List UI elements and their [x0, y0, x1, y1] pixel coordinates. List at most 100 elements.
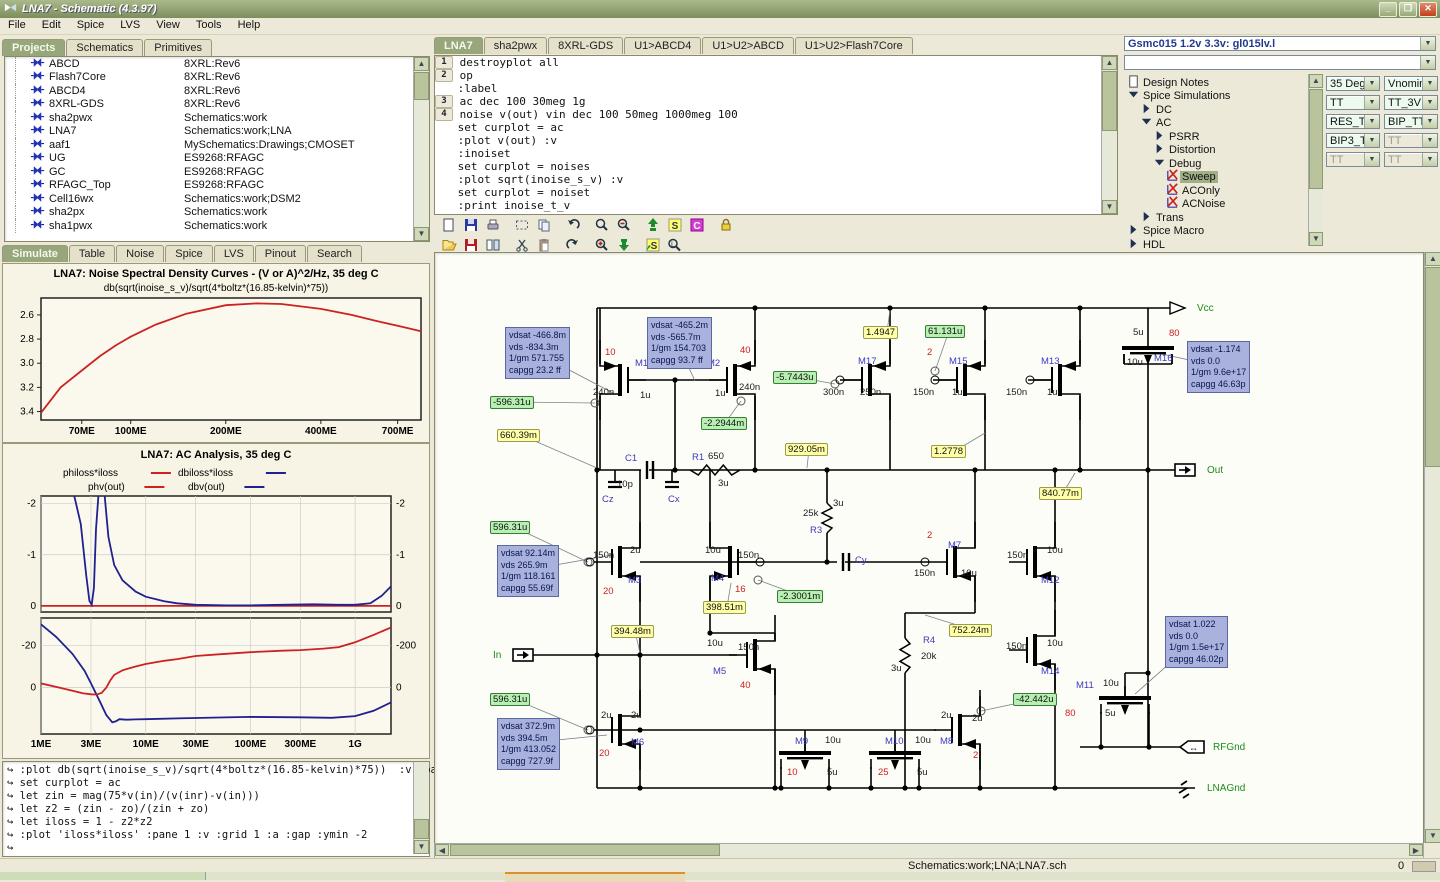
project-row[interactable]: ABCD48XRL:Rev6 [15, 84, 412, 98]
project-row[interactable]: ABCD8XRL:Rev6 [15, 57, 412, 71]
schematic-canvas[interactable]: VccOut↔RFGndLNAGndIn M1M2M17M15M13M16M3M… [434, 252, 1424, 844]
c-badge-button[interactable]: C [686, 215, 707, 234]
voltage-callout[interactable]: 398.51m [703, 601, 746, 614]
menu-help[interactable]: Help [230, 18, 269, 34]
schematic-vscrollbar[interactable]: ▲ ▼ [1424, 252, 1440, 843]
command-history[interactable]: ↪ :plot db(sqrt(inoise_s_v)/sqrt(4*boltz… [3, 762, 429, 857]
corner-combo-bip3-tt[interactable]: BIP3_TT▼ [1326, 133, 1380, 148]
process-corner-combo[interactable]: Gsmc015 1.2v 3.3v: gl015lv.l ▼ [1124, 36, 1436, 51]
project-row[interactable]: UGES9268:RFAGC [15, 152, 412, 166]
chevron-down-icon[interactable]: ▼ [1364, 96, 1379, 109]
sim-tree-item-spice-macro[interactable]: Spice Macro [1124, 225, 1306, 239]
project-row[interactable]: sha1pwxSchematics:work [15, 219, 412, 233]
voltage-callout[interactable]: 840.77m [1039, 487, 1082, 500]
command-history-panel[interactable]: ↪ :plot db(sqrt(inoise_s_v)/sqrt(4*boltz… [2, 761, 430, 857]
close-button[interactable]: ✕ [1419, 2, 1437, 17]
undo-button[interactable] [562, 215, 583, 234]
select-rect-button[interactable] [511, 215, 532, 234]
tab-lvs[interactable]: LVS [214, 245, 254, 262]
voltage-callout[interactable]: 660.39m [497, 429, 540, 442]
push-up-button[interactable] [642, 215, 663, 234]
editor-line[interactable]: set curplot = noiset [435, 186, 1100, 199]
schematic-hscrollbar[interactable]: ◀ ▶ [434, 843, 1424, 859]
chevron-down-icon[interactable]: ▼ [1364, 153, 1379, 166]
zoom-fit-button[interactable] [591, 215, 612, 234]
tab-spice[interactable]: Spice [165, 245, 213, 262]
restore-button[interactable]: ❐ [1399, 2, 1417, 17]
tab-projects[interactable]: Projects [2, 39, 65, 56]
zoom-out-button[interactable] [613, 215, 634, 234]
editor-line[interactable]: 1 destroyplot all [435, 56, 1100, 69]
editor-line[interactable]: :label [435, 82, 1100, 95]
chevron-down-icon[interactable]: ▼ [1422, 115, 1437, 128]
corner-combo-tt-3v[interactable]: TT_3V▼ [1384, 95, 1438, 110]
operating-point-box[interactable]: vdsat 372.9mvds 394.5m1/gm 413.052capgg … [497, 718, 560, 770]
chevron-down-icon[interactable]: ▼ [1422, 77, 1437, 90]
current-callout[interactable]: -596.31u [490, 396, 534, 409]
sim-tree-item-aconly[interactable]: ACOnly [1124, 184, 1306, 198]
project-row[interactable]: RFAGC_TopES9268:RFAGC [15, 179, 412, 193]
tab-table[interactable]: Table [69, 245, 115, 262]
tab-pinout[interactable]: Pinout [255, 245, 306, 262]
operating-point-box[interactable]: vdsat 1.022vds 0.01/gm 1.5e+17capgg 46.0… [1165, 616, 1228, 668]
menu-spice[interactable]: Spice [69, 18, 113, 34]
project-row[interactable]: LNA7Schematics:work;LNA [15, 125, 412, 139]
menu-tools[interactable]: Tools [188, 18, 230, 34]
print-button[interactable] [482, 215, 503, 234]
chevron-down-icon[interactable]: ▼ [1364, 134, 1379, 147]
tab-noise[interactable]: Noise [116, 245, 164, 262]
minimize-button[interactable]: _ [1379, 2, 1397, 17]
current-callout[interactable]: -5.7443u [773, 371, 817, 384]
copy-button[interactable] [533, 215, 554, 234]
project-row[interactable]: aaf1MySchematics:Drawings;CMOSET [15, 138, 412, 152]
corner-combo-35-degc[interactable]: 35 DegC▼ [1326, 76, 1380, 91]
tab-primitives[interactable]: Primitives [144, 39, 212, 56]
operating-point-box[interactable]: vdsat -1.174vds 0.01/gm 9.6e+17capgg 46.… [1187, 341, 1250, 393]
corner-combo-tt[interactable]: TT▼ [1326, 95, 1380, 110]
voltage-callout[interactable]: 1.2778 [931, 445, 966, 458]
lock-button[interactable] [715, 215, 736, 234]
project-row[interactable]: sha2pwxSchematics:work [15, 111, 412, 125]
project-row[interactable]: sha2pxSchematics:work [15, 206, 412, 220]
voltage-callout[interactable]: 394.48m [611, 625, 654, 638]
spice-badge-button[interactable]: S [664, 215, 685, 234]
operating-point-box[interactable]: vdsat 92.14mvds 265.9m1/gm 118.161capgg … [497, 545, 559, 597]
voltage-callout[interactable]: 929.05m [785, 443, 828, 456]
schematic-tab-u1-u2-abcd[interactable]: U1>U2>ABCD [702, 37, 794, 54]
current-callout[interactable]: -2.2944m [701, 417, 747, 430]
voltage-callout[interactable]: 752.24m [949, 624, 992, 637]
tab-simulate[interactable]: Simulate [2, 245, 68, 262]
chevron-down-icon[interactable]: ▼ [1364, 115, 1379, 128]
tab-schematics[interactable]: Schematics [66, 39, 143, 56]
editor-line[interactable]: :plot v(out) :v [435, 134, 1100, 147]
operating-point-box[interactable]: vdsat -465.2mvds -565.7m1/gm 154.703capg… [647, 317, 712, 369]
schematic-tab-8xrl-gds[interactable]: 8XRL-GDS [548, 37, 623, 54]
secondary-combo[interactable]: ▼ [1124, 55, 1436, 70]
editor-line[interactable]: 4 noise v(out) vin dec 100 50meg 1000meg… [435, 108, 1100, 121]
project-row[interactable]: GCES9268:RFAGC [15, 165, 412, 179]
schematic-tab-u1-u2-flash7core[interactable]: U1>U2>Flash7Core [795, 37, 913, 54]
tab-search[interactable]: Search [307, 245, 362, 262]
new-doc-button[interactable] [438, 215, 459, 234]
corner-combo-res-tt[interactable]: RES_TT▼ [1326, 114, 1380, 129]
operating-point-box[interactable]: vdsat -466.8mvds -834.3m1/gm 571.755capg… [505, 327, 570, 379]
editor-line[interactable]: set curplot = noises [435, 160, 1100, 173]
schematic-tab-u1-abcd4[interactable]: U1>ABCD4 [624, 37, 701, 54]
menu-view[interactable]: View [148, 18, 188, 34]
project-row[interactable]: 8XRL-GDS8XRL:Rev6 [15, 98, 412, 112]
current-callout[interactable]: -2.3001m [777, 590, 823, 603]
corner-combo-bip-tt[interactable]: BIP_TT▼ [1384, 114, 1438, 129]
script-editor[interactable]: 1 destroyplot all2 op :label3 ac dec 100… [435, 56, 1100, 214]
editor-line[interactable]: set curplot = ac [435, 121, 1100, 134]
sim-tree-item-design-notes[interactable]: Design Notes [1124, 76, 1306, 90]
project-row[interactable]: Cell16wxSchematics:work;DSM2 [15, 192, 412, 206]
history-scrollbar[interactable]: ▼ [413, 762, 429, 854]
sim-tree-item-debug[interactable]: Debug [1124, 157, 1306, 171]
menu-edit[interactable]: Edit [34, 18, 69, 34]
editor-line[interactable]: :print inoise_t_v [435, 199, 1100, 212]
chevron-down-icon[interactable]: ▼ [1420, 37, 1435, 50]
chevron-down-icon[interactable]: ▼ [1422, 153, 1437, 166]
chevron-down-icon[interactable]: ▼ [1420, 56, 1435, 69]
editor-scrollbar[interactable]: ▲ ▼ [1101, 56, 1117, 214]
tree-scrollbar[interactable]: ▲ ▼ [1308, 74, 1323, 246]
